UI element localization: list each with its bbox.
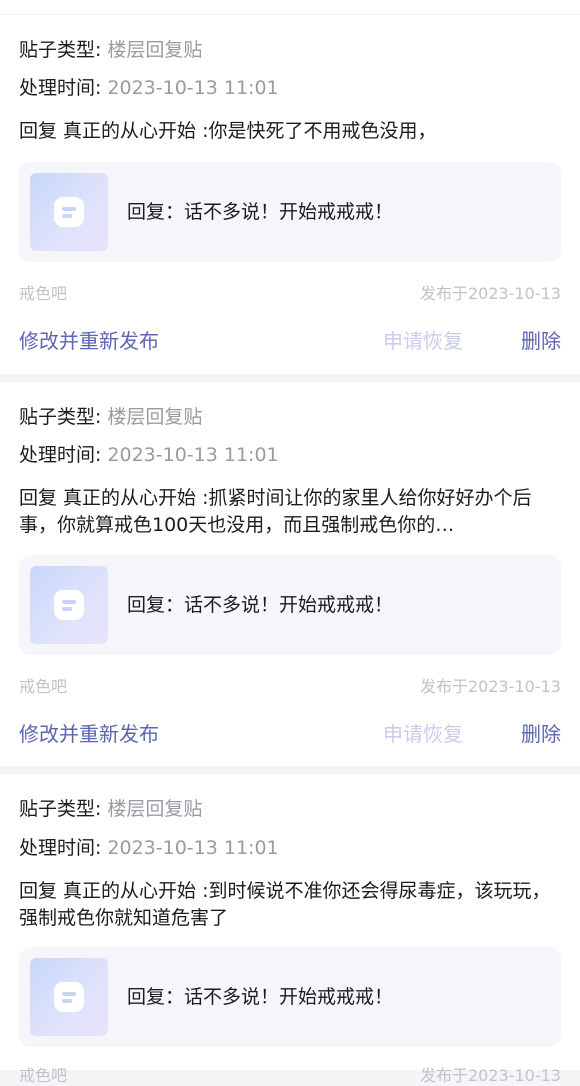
process-time-label: 处理时间:	[19, 444, 102, 466]
post-card: 贴子类型: 楼层回复贴 处理时间: 2023-10-13 11:01 回复 真正的从…	[0, 15, 580, 374]
app-logo-icon	[54, 982, 84, 1012]
post-date: 发布于2023-10-13	[420, 284, 561, 303]
forum-name[interactable]: 戒色吧	[19, 673, 67, 697]
post-type-value: 楼层回复贴	[107, 406, 203, 428]
post-type-row: 贴子类型: 楼层回复贴	[19, 37, 202, 63]
process-time-label: 处理时间:	[19, 837, 102, 859]
quoted-post-text: 回复：话不多说！开始戒戒戒！	[127, 986, 394, 1008]
post-date: 发布于2023-10-13	[420, 1066, 561, 1085]
reply-text[interactable]: 回复 真正的从心开始 :你是快死了不用戒色没用，	[19, 118, 561, 145]
reply-text[interactable]: 回复 真正的从心开始 :抓紧时间让你的家里人给你好好办个后事，你就算戒色100天…	[19, 485, 561, 539]
delete-button[interactable]: 删除	[521, 325, 561, 354]
post-type-row: 贴子类型: 楼层回复贴	[19, 404, 202, 430]
delete-button[interactable]: 删除	[521, 718, 561, 747]
quoted-post-text: 回复：话不多说！开始戒戒戒！	[127, 201, 394, 223]
post-card: 贴子类型: 楼层回复贴 处理时间: 2023-10-13 11:01 回复 真正的从…	[0, 774, 580, 1085]
quoted-post-thumbnail	[30, 958, 108, 1036]
request-restore-button[interactable]: 申请恢复	[383, 325, 463, 354]
post-type-label: 贴子类型:	[19, 406, 102, 428]
quoted-post-thumbnail	[30, 173, 108, 251]
reply-text[interactable]: 回复 真正的从心开始 :到时候说不准你还会得尿毒症，该玩玩，强制戒色你就知道危害…	[19, 878, 561, 932]
quoted-post[interactable]: 回复：话不多说！开始戒戒戒！	[19, 947, 561, 1047]
process-time-value: 2023-10-13 11:01	[107, 77, 279, 99]
post-type-value: 楼层回复贴	[107, 798, 203, 820]
process-time-row: 处理时间: 2023-10-13 11:01	[19, 835, 279, 861]
top-strip	[0, 0, 580, 15]
quoted-post[interactable]: 回复：话不多说！开始戒戒戒！	[19, 162, 561, 262]
process-time-row: 处理时间: 2023-10-13 11:01	[19, 442, 279, 468]
process-time-row: 处理时间: 2023-10-13 11:01	[19, 75, 279, 101]
process-time-value: 2023-10-13 11:01	[107, 837, 279, 859]
post-type-label: 贴子类型:	[19, 39, 102, 61]
forum-name[interactable]: 戒色吧	[19, 280, 67, 304]
edit-republish-button[interactable]: 修改并重新发布	[19, 325, 159, 354]
quoted-post-text: 回复：话不多说！开始戒戒戒！	[127, 594, 394, 616]
process-time-label: 处理时间:	[19, 77, 102, 99]
edit-republish-button[interactable]: 修改并重新发布	[19, 718, 159, 747]
post-type-label: 贴子类型:	[19, 798, 102, 820]
quoted-post[interactable]: 回复：话不多说！开始戒戒戒！	[19, 555, 561, 655]
post-card: 贴子类型: 楼层回复贴 处理时间: 2023-10-13 11:01 回复 真正的从…	[0, 382, 580, 766]
post-date: 发布于2023-10-13	[420, 677, 561, 696]
app-logo-icon	[54, 197, 84, 227]
forum-name[interactable]: 戒色吧	[19, 1062, 67, 1086]
request-restore-button[interactable]: 申请恢复	[383, 718, 463, 747]
quoted-post-thumbnail	[30, 566, 108, 644]
post-type-value: 楼层回复贴	[107, 39, 203, 61]
process-time-value: 2023-10-13 11:01	[107, 444, 279, 466]
app-logo-icon	[54, 590, 84, 620]
post-type-row: 贴子类型: 楼层回复贴	[19, 796, 202, 822]
